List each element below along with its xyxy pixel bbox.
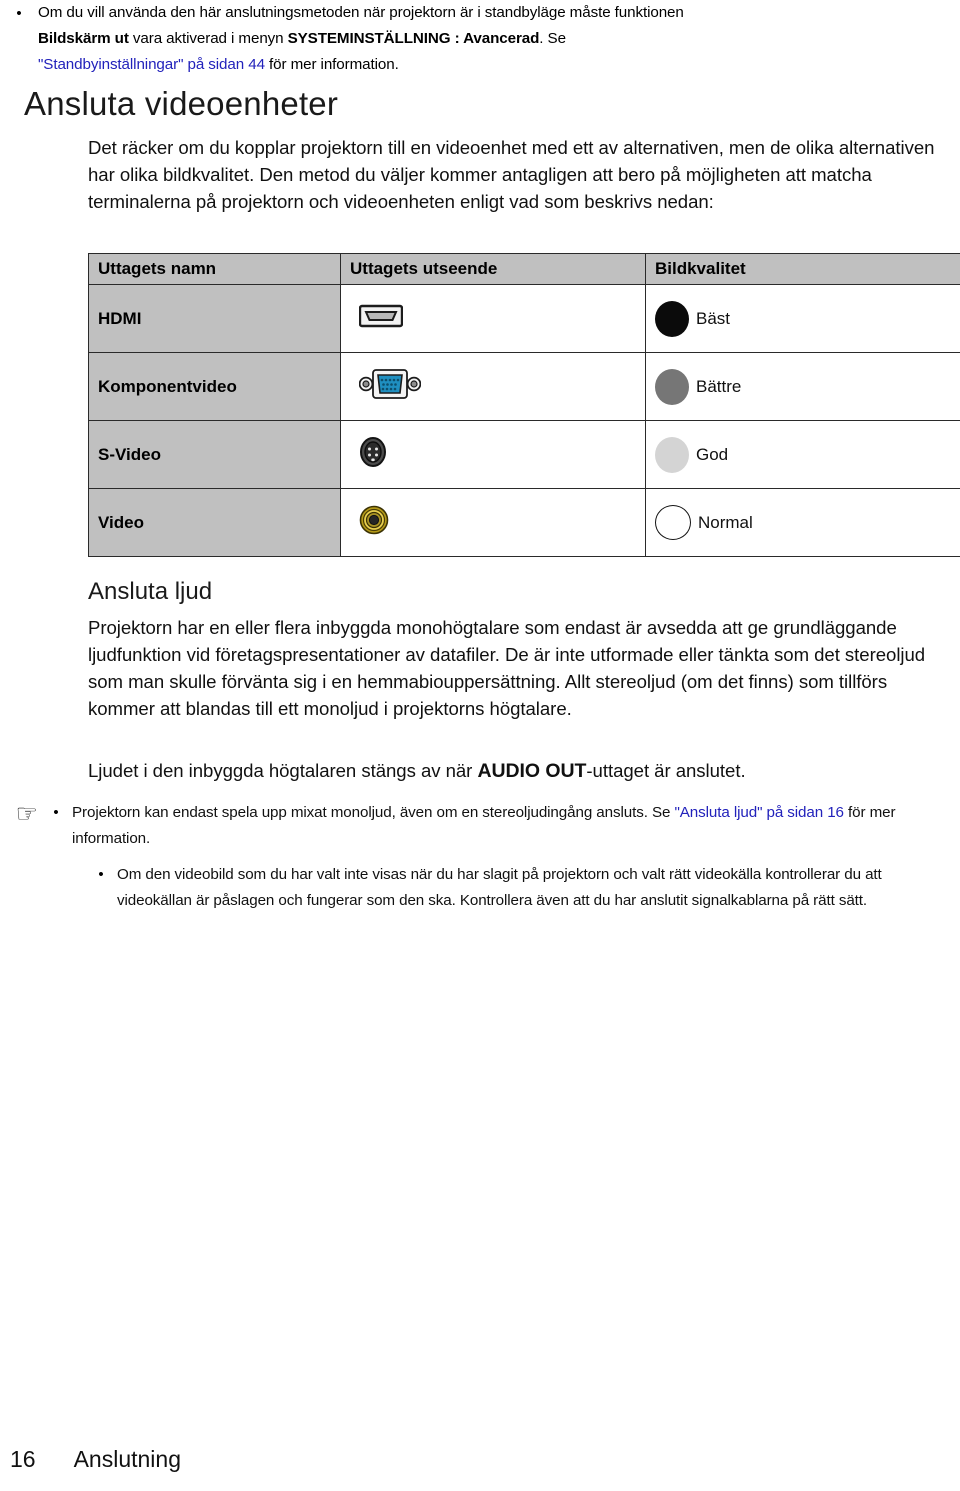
audio-out-label: AUDIO OUT: [477, 760, 587, 782]
top-note-line-1: • Om du vill använda den här anslutnings…: [0, 0, 960, 78]
top-note-bold-bildskarm: Bildskärm ut: [38, 30, 129, 47]
top-note-line1-text: Om du vill använda den här anslutningsme…: [38, 4, 684, 21]
svideo-din-connector-icon: [359, 436, 645, 473]
top-note-line2-mid: vara aktiverad i menyn: [128, 30, 288, 47]
top-note-line2-end: . Se: [539, 30, 566, 47]
table-header-appearance: Uttagets utseende: [340, 253, 646, 285]
quality-cell-komponentvideo: Bättre: [645, 352, 960, 421]
table-header-row: Uttagets namn Uttagets utseende Bildkval…: [88, 253, 960, 285]
bottom-note-1-start: Projektorn kan endast spela upp mixat mo…: [72, 804, 675, 821]
table-header-name: Uttagets namn: [88, 253, 341, 285]
quality-label-better: Bättre: [696, 376, 742, 396]
subsection-title-ansluta-ljud: Ansluta ljud: [88, 578, 213, 605]
top-note-text: Om du vill använda den här anslutningsme…: [38, 0, 960, 78]
footer-page-number: 16: [10, 1446, 36, 1472]
rca-composite-connector-icon: [359, 505, 645, 540]
footer-chapter-name: Anslutning: [73, 1446, 182, 1472]
table-row: Komponentvideo Bättre: [88, 352, 960, 421]
standbyinstallningar-link[interactable]: "Standbyinställningar" på sidan 44: [38, 56, 265, 73]
bullet-icon: •: [16, 5, 22, 22]
ansluta-ljud-link[interactable]: "Ansluta ljud" på sidan 16: [674, 804, 844, 821]
quality-label-normal: Normal: [698, 512, 753, 532]
audio-paragraph-2: Ljudet i den inbyggda högtalaren stängs …: [88, 757, 956, 785]
pointing-hand-icon: ☞: [15, 800, 38, 828]
top-note-block: • Om du vill använda den här anslutnings…: [0, 0, 960, 78]
vga-dsub-connector-icon: [358, 367, 645, 406]
connector-name-video: Video: [88, 488, 341, 557]
bullet-icon: •: [98, 866, 104, 883]
connector-appearance-hdmi: [340, 284, 646, 353]
connector-comparison-table: Uttagets namn Uttagets utseende Bildkval…: [88, 253, 960, 557]
top-note-line3-rest: för mer information.: [264, 56, 399, 73]
quality-dot-normal: [655, 505, 691, 540]
quality-label-good: God: [696, 444, 729, 464]
quality-label-best: Bäst: [696, 308, 731, 328]
audio-para2-end: -uttaget är anslutet.: [586, 760, 746, 781]
table-header-quality: Bildkvalitet: [645, 253, 960, 285]
document-page: • Om du vill använda den här anslutnings…: [0, 0, 960, 1491]
intro-paragraph: Det räcker om du kopplar projektorn till…: [88, 137, 935, 212]
hdmi-connector-icon: [358, 303, 645, 334]
page-footer: 16 Anslutning: [10, 1446, 181, 1473]
audio-paragraph-1: Projektorn har en eller flera inbyggda m…: [88, 617, 926, 719]
connector-name-hdmi: HDMI: [88, 284, 341, 353]
quality-cell-video: Normal: [645, 488, 960, 557]
bullet-icon: •: [53, 804, 59, 821]
audio-para2-start: Ljudet i den inbyggda högtalaren stängs …: [88, 760, 478, 781]
top-note-bold-systeminstallning: SYSTEMINSTÄLLNING : Avancerad: [287, 30, 540, 47]
page-title: Ansluta videoenheter: [24, 85, 339, 122]
bottom-note-2: • Om den videobild som du har valt inte …: [0, 862, 960, 914]
quality-cell-svideo: God: [645, 420, 960, 489]
table-row: HDMI Bäst: [88, 284, 960, 353]
connector-appearance-svideo: [340, 420, 646, 489]
connector-name-komponentvideo: Komponentvideo: [88, 352, 341, 421]
table-row: S-Video God: [88, 420, 960, 489]
connector-appearance-komponentvideo: [340, 352, 646, 421]
quality-dot-better: [655, 368, 689, 405]
table-row: Video Normal: [88, 488, 960, 557]
bottom-note-2-text: Om den videobild som du har valt inte vi…: [117, 866, 882, 909]
connector-name-svideo: S-Video: [88, 420, 341, 489]
quality-cell-hdmi: Bäst: [645, 284, 960, 353]
bottom-note-1-text: Projektorn kan endast spela upp mixat mo…: [72, 800, 902, 852]
quality-dot-best: [655, 300, 689, 337]
connector-appearance-video: [340, 488, 646, 557]
bottom-note-1: ☞ • Projektorn kan endast spela upp mixa…: [0, 800, 960, 852]
quality-dot-good: [655, 436, 689, 473]
